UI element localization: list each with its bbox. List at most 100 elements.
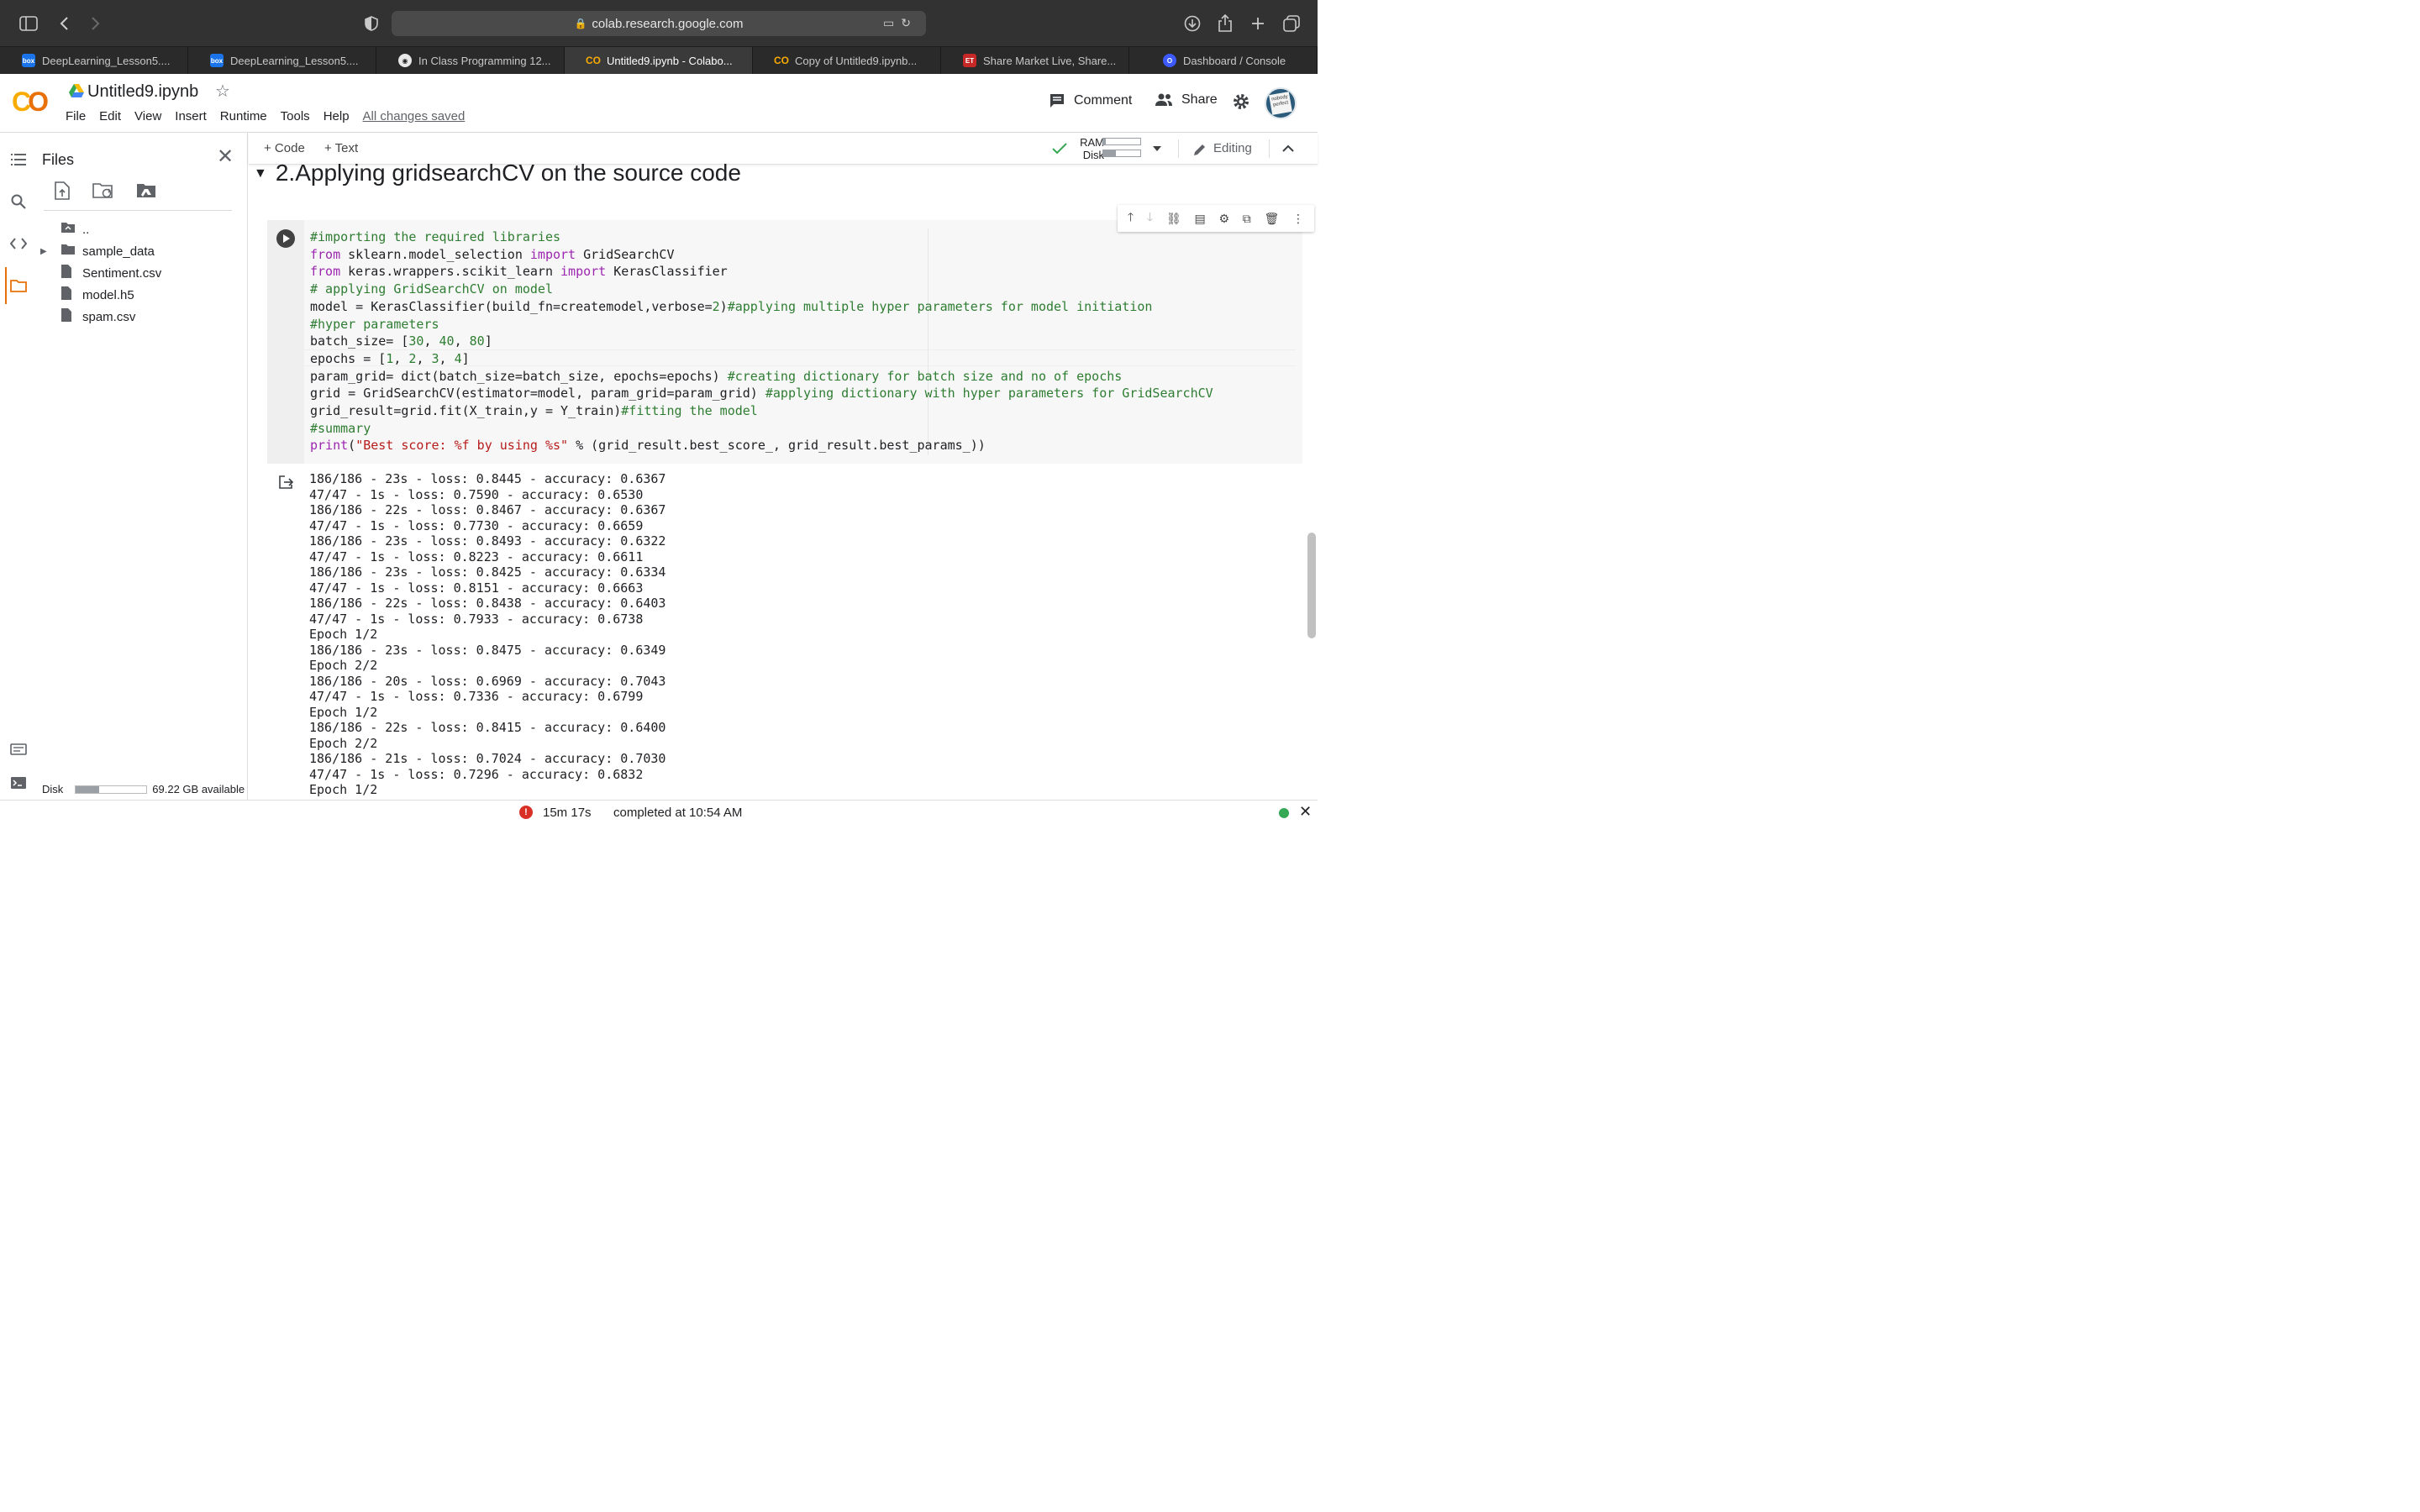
colab-logo[interactable]: CO	[12, 87, 49, 118]
people-icon	[1155, 93, 1172, 106]
output-text: 186/186 - 23s - loss: 0.8445 - accuracy:…	[309, 471, 666, 798]
error-icon: !	[519, 806, 533, 819]
move-down-icon[interactable]: 🡓	[1147, 208, 1153, 228]
address-bar[interactable]: 🔒 colab.research.google.com ▭↻	[392, 11, 926, 36]
google-drive-icon[interactable]	[69, 84, 84, 97]
file-name: spam.csv	[82, 309, 136, 324]
resource-labels[interactable]: RAM Disk	[1069, 136, 1104, 161]
completion-status[interactable]: completed at 10:54 AM	[613, 806, 742, 820]
browser-tab[interactable]: ◉ In Class Programming 12...	[376, 47, 565, 74]
output-line: 47/47 - 1s - loss: 0.8151 - accuracy: 0.…	[309, 580, 644, 596]
comment-button[interactable]: Comment	[1049, 92, 1132, 109]
output-actions-icon[interactable]	[279, 475, 294, 489]
caret-down-icon[interactable]	[1153, 146, 1161, 151]
browser-tab[interactable]: box DeepLearning_Lesson5....	[0, 47, 188, 74]
browser-tab[interactable]: CO Copy of Untitled9.ipynb...	[753, 47, 941, 74]
left-rail	[0, 133, 37, 823]
mount-drive-icon[interactable]	[136, 181, 158, 200]
settings-gear-icon[interactable]	[1232, 92, 1259, 111]
tab-label: DeepLearning_Lesson5....	[42, 54, 171, 67]
menu-runtime[interactable]: Runtime	[220, 109, 267, 123]
colab-header: CO Untitled9.ipynb ☆ File Edit View Inse…	[0, 74, 1318, 133]
browser-tab[interactable]: box DeepLearning_Lesson5....	[188, 47, 376, 74]
terminal-icon[interactable]	[8, 773, 29, 793]
share-label: Share	[1181, 92, 1218, 107]
command-palette-icon[interactable]	[8, 739, 29, 759]
url-text: colab.research.google.com	[592, 16, 744, 31]
move-up-icon[interactable]: 🡑	[1128, 208, 1134, 228]
reload-icon[interactable]: ▭↻	[883, 16, 918, 30]
mirror-cell-icon[interactable]: ⧉	[1243, 212, 1251, 226]
link-icon[interactable]: ⛓	[1166, 212, 1181, 226]
execution-time: 15m 17s	[543, 806, 592, 820]
menu-help[interactable]: Help	[324, 109, 350, 123]
code-line: batch_size= [30, 40, 80]	[310, 333, 492, 349]
back-icon[interactable]	[52, 12, 76, 35]
code-cell[interactable]: #importing the required libraries from sk…	[267, 205, 1314, 464]
output-line: 186/186 - 23s - loss: 0.8493 - accuracy:…	[309, 533, 666, 549]
collapse-section-icon[interactable]: ▼	[254, 166, 267, 181]
delete-cell-icon[interactable]: 🗑	[1265, 212, 1280, 226]
file-tree: .. ▶ sample_data Sentiment.csv model.h5 …	[37, 218, 247, 328]
tab-label: Copy of Untitled9.ipynb...	[795, 54, 918, 67]
browser-tab[interactable]: ET Share Market Live, Share...	[941, 47, 1129, 74]
add-text-button[interactable]: + Text	[324, 141, 358, 155]
share-button[interactable]: Share	[1155, 92, 1218, 108]
refresh-folder-icon[interactable]	[92, 181, 114, 200]
output-line: Epoch 1/2	[309, 782, 378, 797]
table-of-contents-icon[interactable]	[8, 150, 29, 170]
browser-tab-active[interactable]: CO Untitled9.ipynb - Colabo...	[565, 47, 753, 74]
more-options-icon[interactable]: ⋮	[1292, 212, 1304, 226]
code-line: param_grid= dict(batch_size=batch_size, …	[310, 368, 1123, 384]
share-sheet-icon[interactable]	[1213, 12, 1237, 35]
star-icon[interactable]: ☆	[215, 81, 230, 102]
file-tree-item-file[interactable]: Sentiment.csv	[37, 262, 247, 284]
file-tree-item-folder[interactable]: ▶ sample_data	[37, 240, 247, 262]
browser-tab[interactable]: O Dashboard / Console	[1129, 47, 1318, 74]
output-line: Epoch 1/2	[309, 627, 378, 642]
menu-bar: File Edit View Insert Runtime Tools Help…	[66, 109, 478, 123]
privacy-shield-icon[interactable]	[360, 12, 383, 35]
files-toolbar	[54, 181, 158, 200]
code-line: epochs = [1, 2, 3, 4]	[310, 350, 470, 366]
code-snippets-icon[interactable]	[8, 234, 29, 254]
upload-file-icon[interactable]	[54, 181, 71, 200]
file-name: model.h5	[82, 287, 134, 302]
files-folder-icon[interactable]	[8, 276, 29, 296]
downloads-icon[interactable]	[1181, 12, 1204, 35]
save-status-link[interactable]: All changes saved	[363, 109, 466, 123]
resource-bars[interactable]	[1102, 138, 1141, 161]
menu-view[interactable]: View	[134, 109, 161, 123]
cell-settings-icon[interactable]: ⚙	[1218, 212, 1229, 226]
expand-caret-icon[interactable]: ▶	[40, 247, 57, 256]
close-icon[interactable]: ✕	[217, 144, 234, 169]
menu-insert[interactable]: Insert	[175, 109, 207, 123]
run-cell-button[interactable]	[276, 229, 295, 248]
comment-cell-icon[interactable]: ▤	[1194, 212, 1205, 226]
collapse-chevron-icon[interactable]	[1282, 144, 1294, 152]
notebook-title[interactable]: Untitled9.ipynb	[87, 82, 198, 102]
menu-file[interactable]: File	[66, 109, 86, 123]
output-line: 47/47 - 1s - loss: 0.7336 - accuracy: 0.…	[309, 689, 644, 704]
code-text[interactable]: #importing the required libraries from sk…	[310, 228, 1213, 454]
disk-available: 69.22 GB available	[152, 783, 245, 795]
file-tree-item-file[interactable]: spam.csv	[37, 306, 247, 328]
close-status-icon[interactable]: ✕	[1299, 803, 1312, 821]
forward-icon[interactable]	[84, 12, 108, 35]
new-tab-icon[interactable]	[1246, 12, 1270, 35]
divider	[1269, 139, 1270, 158]
tab-overview-icon[interactable]	[1280, 12, 1303, 35]
tab-label: In Class Programming 12...	[418, 54, 551, 67]
notebook-scrollbar[interactable]	[1307, 533, 1316, 638]
menu-tools[interactable]: Tools	[281, 109, 310, 123]
output-line: 186/186 - 21s - loss: 0.7024 - accuracy:…	[309, 751, 666, 766]
editing-mode-button[interactable]: Editing	[1213, 141, 1252, 155]
sidebar-toggle-icon[interactable]	[17, 12, 40, 35]
file-tree-item-file[interactable]: model.h5	[37, 284, 247, 306]
user-avatar[interactable]: nobody perfect	[1265, 87, 1297, 119]
add-code-button[interactable]: + Code	[264, 141, 305, 155]
file-tree-item-parent[interactable]: ..	[37, 218, 247, 240]
menu-edit[interactable]: Edit	[99, 109, 121, 123]
search-icon[interactable]	[8, 192, 29, 212]
comment-icon	[1050, 94, 1064, 108]
